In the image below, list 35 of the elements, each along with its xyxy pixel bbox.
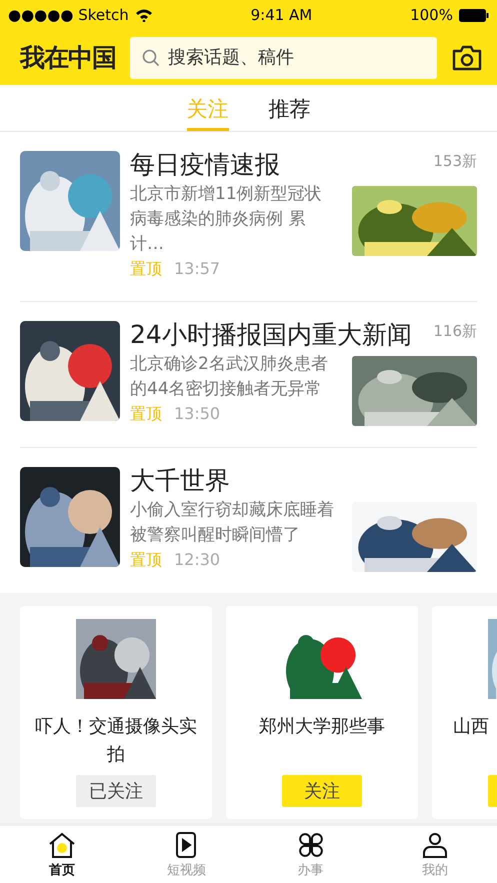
app-logo: 我在中国	[20, 42, 116, 74]
clock-text: 9:41 AM	[250, 6, 312, 24]
tab[interactable]: 推荐	[268, 85, 310, 131]
home-icon	[47, 830, 78, 858]
topic-card[interactable]: 郑州大学那些事 关注	[226, 606, 418, 819]
news-snippet[interactable]: 小偷入室行窃却藏床底睡着被警察叫醒时瞬间懵了	[130, 498, 338, 548]
carrier-text: ●●●●● Sketch	[8, 6, 129, 24]
battery-icon	[458, 8, 489, 22]
search-bar[interactable]: 搜索话题、稿件	[130, 36, 437, 78]
news-snippet[interactable]: 北京市新增11例新型冠状病毒感染的肺炎病例 累计…	[130, 182, 338, 257]
follow-button[interactable]: 关注	[282, 775, 362, 807]
search-field[interactable]: 搜索话题、稿件	[166, 46, 425, 69]
pinned-label: 置顶	[130, 550, 162, 571]
camera-icon[interactable]	[451, 44, 483, 70]
channel-title[interactable]: 24小时播报国内重大新闻	[130, 320, 412, 350]
pinned-label: 置顶	[130, 259, 162, 280]
news-snippet[interactable]: 北京确诊2名武汉肺炎患者的44名密切接触者无异常	[130, 352, 338, 402]
wifi-icon	[134, 8, 153, 22]
channel-title[interactable]: 大千世界	[130, 466, 230, 496]
topic-title: 郑州大学那些事	[259, 715, 385, 739]
battery-text: 100%	[410, 6, 453, 24]
new-count: 116新	[433, 321, 477, 341]
topic-title: 吓人！交通摄像头实拍	[34, 715, 198, 767]
pinned-label: 置顶	[130, 404, 162, 425]
new-count: 153新	[433, 151, 477, 171]
channel-title[interactable]: 每日疫情速报	[130, 150, 280, 180]
time-text: 13:50	[174, 404, 220, 425]
topic-card[interactable]: 山西	[432, 606, 497, 819]
follow-button[interactable]: 已关注	[76, 775, 156, 807]
nav-label[interactable]: 首页	[49, 860, 76, 878]
topic-title: 山西	[452, 715, 489, 739]
time-text: 13:57	[174, 259, 220, 280]
topic-card[interactable]: 吓人！交通摄像头实拍 已关注	[20, 606, 212, 819]
time-text: 12:30	[174, 550, 220, 571]
search-icon	[142, 48, 160, 66]
